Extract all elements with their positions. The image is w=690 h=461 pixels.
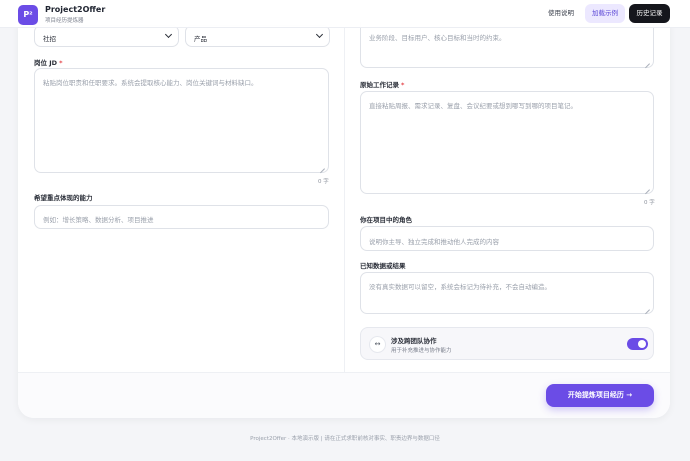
known-data-textarea[interactable]: 没有真实数据可以留空，系统会标记为待补充，不会自动编造。 [360,272,654,314]
background-placeholder: 业务阶段、目标用户、核心目标和当时的约束。 [369,34,506,42]
raw-record-char-count: 0 字 [644,200,655,206]
app-title: Project2Offer [45,5,106,14]
form-card: 社招 产品 岗位 JD * 粘贴岗位职责和任职要求。系统会提取核心能力、岗位关键词… [18,22,670,418]
resize-handle-icon[interactable] [645,185,650,190]
raw-record-label: 原始工作记录 * [360,81,405,89]
skills-input[interactable]: 例如：增长策略、数据分析、项目推进 [34,205,329,229]
app-subtitle: 项目经历提炼器 [45,18,84,24]
role-type-select[interactable]: 产品 [185,25,330,47]
resize-handle-icon[interactable] [645,59,650,64]
jd-char-count: 0 字 [318,179,329,185]
cross-team-title: 涉及跨团队协作 [391,337,437,345]
project-role-placeholder: 说明你主导、独立完成和推动他人完成的内容 [369,238,499,246]
project-role-input[interactable]: 说明你主导、独立完成和推动他人完成的内容 [360,226,654,251]
chevron-down-icon [164,30,173,39]
load-demo-button[interactable]: 加载示例 [585,4,625,23]
background-textarea[interactable]: 业务阶段、目标用户、核心目标和当时的约束。 [360,22,654,68]
cross-team-option[interactable]: ↔ 涉及跨团队协作 用于补充推进与协作能力 [360,327,654,360]
skills-label: 希望重点体现的能力 [34,194,93,202]
cross-team-subtitle: 用于补充推进与协作能力 [391,348,452,354]
resize-handle-icon[interactable] [645,305,650,310]
history-button[interactable]: 历史记录 [629,4,670,23]
column-divider [344,22,345,372]
recruit-type-value: 社招 [43,35,56,43]
chevron-down-icon [315,30,324,39]
resize-handle-icon[interactable] [320,164,325,169]
role-type-value: 产品 [194,35,207,43]
known-data-label: 已知数据或结果 [360,262,406,270]
app-header: P² Project2Offer 项目经历提炼器 使用说明 加载示例 历史记录 [0,0,690,28]
required-mark: * [401,81,405,89]
page-footer: Project2Offer · 本地演示版 | 请在正式求职前核对事实、职责边界… [250,436,440,442]
required-mark: * [59,59,63,67]
cross-team-toggle[interactable] [627,338,648,350]
jd-placeholder: 粘贴岗位职责和任职要求。系统会提取核心能力、岗位关键词与材料缺口。 [43,79,258,87]
swap-arrows-icon: ↔ [369,336,386,353]
jd-textarea[interactable]: 粘贴岗位职责和任职要求。系统会提取核心能力、岗位关键词与材料缺口。 [34,68,329,173]
raw-record-placeholder: 直接粘贴周报、需求记录、复盘、会议纪要或想到哪写到哪的项目笔记。 [369,102,577,110]
recruit-type-select[interactable]: 社招 [34,25,179,47]
jd-label: 岗位 JD * [34,59,63,67]
skills-placeholder: 例如：增长策略、数据分析、项目推进 [43,216,154,224]
project-role-label: 你在项目中的角色 [360,216,412,224]
toggle-knob [638,340,646,348]
app-logo: P² [18,5,38,25]
raw-record-textarea[interactable]: 直接粘贴周报、需求记录、复盘、会议纪要或想到哪写到哪的项目笔记。 [360,91,654,194]
start-refine-button[interactable]: 开始提炼项目经历 → [546,384,654,407]
known-data-placeholder: 没有真实数据可以留空，系统会标记为待补充，不会自动编造。 [369,283,551,291]
help-button[interactable]: 使用说明 [540,4,582,23]
